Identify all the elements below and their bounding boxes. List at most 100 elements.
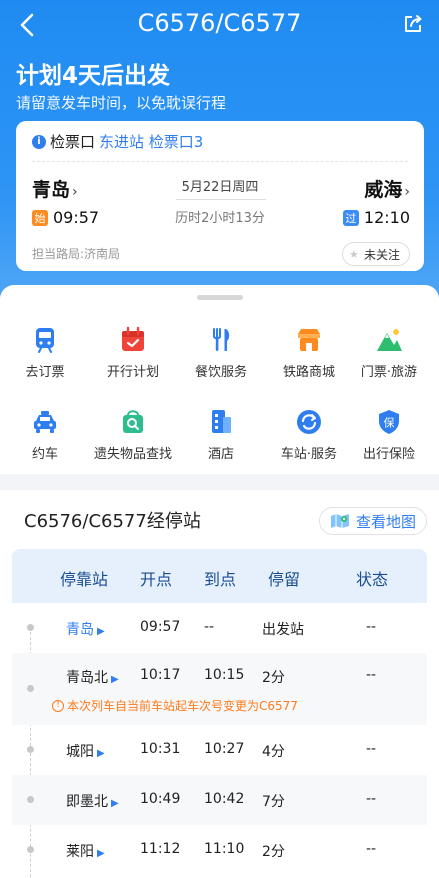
stop-station: 莱阳 ▶ — [66, 844, 105, 860]
station-service-icon — [297, 410, 321, 434]
stop-status: -- — [366, 667, 377, 683]
stop-status: -- — [366, 791, 377, 807]
stop-arrival: 10:27 — [204, 741, 245, 757]
section-divider — [0, 474, 439, 490]
passing-badge: 过 — [342, 209, 359, 226]
timeline-dot — [27, 746, 34, 753]
table-row[interactable]: 即墨北 ▶ 10:49 10:42 7分 -- — [12, 775, 427, 825]
service-label: 车站·服务 — [280, 447, 338, 462]
timeline-dot — [27, 846, 34, 853]
service-mall[interactable]: 铁路商城 — [265, 325, 353, 380]
divider — [32, 161, 408, 162]
triangle-right-icon: ▶ — [97, 748, 105, 759]
service-lost-found[interactable]: 遗失物品查找 — [89, 407, 177, 462]
service-schedule[interactable]: 开行计划 — [89, 325, 177, 380]
departure-countdown: 计划4天后出发 — [16, 63, 171, 89]
service-label: 酒店 — [207, 447, 234, 462]
arrival-time: 12:10 — [363, 208, 410, 227]
stop-departure: 10:31 — [140, 741, 181, 757]
stop-arrival: -- — [204, 619, 215, 635]
railway-bureau: 担当路局:济南局 — [32, 247, 121, 261]
header-banner: C6576/C6577 计划4天后出发 请留意发车时间，以免耽误行程 i 检票口… — [0, 0, 439, 330]
header-departure: 开点 — [140, 570, 173, 589]
fork-knife-icon — [213, 328, 230, 351]
info-icon: i — [32, 134, 46, 149]
follow-button[interactable]: ★ 未关注 — [341, 242, 410, 266]
ticket-gate-value: 东进站 检票口3 — [99, 133, 204, 151]
header-stay: 停留 — [268, 570, 301, 589]
triangle-right-icon: ▶ — [97, 848, 105, 859]
origin-badge: 始 — [32, 209, 48, 226]
stop-stay: 2分 — [262, 844, 285, 860]
mountain-icon — [377, 329, 402, 351]
service-tickets-tourism[interactable]: 门票·旅游 — [345, 325, 433, 380]
stop-station: 青岛 ▶ — [66, 622, 105, 638]
departure-time: 09:57 — [53, 208, 100, 227]
service-label: 遗失物品查找 — [93, 447, 172, 462]
service-hotel[interactable]: 酒店 — [177, 407, 265, 462]
service-label: 出行保险 — [362, 447, 415, 462]
stop-departure: 11:12 — [140, 841, 181, 857]
stop-status: -- — [366, 741, 377, 757]
stop-arrival: 10:42 — [204, 791, 245, 807]
route-line — [176, 199, 266, 200]
shop-icon — [298, 329, 320, 351]
warning-icon: ! — [52, 699, 64, 712]
service-car-hailing[interactable]: 约车 — [1, 407, 89, 462]
table-row[interactable]: 青岛 ▶ 09:57 -- 出发站 -- — [12, 603, 427, 653]
service-label: 铁路商城 — [282, 365, 335, 380]
stop-status: -- — [366, 841, 377, 857]
travel-date: 5月22日周四 — [181, 180, 259, 195]
table-row[interactable]: 城阳 ▶ 10:31 10:27 4分 -- — [12, 725, 427, 775]
stop-stay: 2分 — [262, 670, 285, 686]
ticket-gate-row[interactable]: i 检票口 东进站 检票口3 — [32, 131, 203, 152]
calendar-icon — [122, 326, 144, 351]
train-number-change-notice: ! 本次列车自当前车站起车次号变更为C6577 — [52, 697, 298, 714]
service-insurance[interactable]: 保 出行保险 — [345, 407, 433, 462]
stop-departure: 10:49 — [140, 791, 181, 807]
service-label: 门票·旅游 — [360, 365, 418, 380]
table-row[interactable]: 青岛北 ▶ 10:17 10:15 2分 -- ! 本次列车自当前车站起车次号变更… — [12, 653, 427, 725]
service-label: 餐饮服务 — [194, 365, 247, 380]
departure-reminder: 请留意发车时间，以免耽误行程 — [16, 94, 227, 112]
service-station[interactable]: 车站·服务 — [265, 407, 353, 462]
stop-station: 青岛北 ▶ — [66, 670, 119, 686]
table-header: 停靠站 开点 到点 停留 状态 — [12, 549, 427, 603]
timeline-dot — [27, 624, 34, 631]
sheet-grabber[interactable] — [197, 295, 243, 300]
stops-table: 停靠站 开点 到点 停留 状态 青岛 ▶ 09:57 -- 出发站 -- 青岛北 ▶… — [12, 549, 427, 878]
trip-card: i 检票口 东进站 检票口3 青岛 › 威海 › 5月22日周四 历时2小时13分 … — [16, 121, 424, 271]
lost-bag-search-icon — [123, 410, 143, 433]
stop-station: 城阳 ▶ — [66, 744, 105, 760]
share-icon[interactable] — [401, 12, 425, 36]
timeline-dot — [27, 685, 34, 692]
stop-departure: 09:57 — [140, 619, 181, 635]
taxi-icon — [34, 411, 56, 433]
stops-title: C6576/C6577经停站 — [24, 511, 201, 532]
triangle-right-icon: ▶ — [111, 798, 119, 809]
stop-status: -- — [366, 619, 377, 635]
service-catering[interactable]: 餐饮服务 — [177, 325, 265, 380]
ticket-gate-label: 检票口 — [50, 133, 96, 151]
header-station: 停靠站 — [60, 570, 109, 589]
stop-stay: 7分 — [262, 794, 285, 810]
stop-stay: 出发站 — [262, 622, 304, 638]
star-icon: ★ — [348, 247, 359, 261]
service-book-ticket[interactable]: 去订票 — [1, 325, 89, 380]
view-map-label: 查看地图 — [355, 512, 416, 531]
header-status: 状态 — [356, 570, 389, 589]
insurance-shield-icon: 保 — [379, 410, 399, 434]
arrival-time-row: 过 12:10 — [342, 208, 410, 227]
stop-arrival: 11:10 — [204, 841, 245, 857]
service-label: 约车 — [31, 447, 58, 462]
train-ticket-icon — [36, 328, 54, 353]
table-row[interactable]: 莱阳 ▶ 11:12 11:10 2分 -- — [12, 825, 427, 875]
follow-label: 未关注 — [363, 247, 400, 262]
triangle-right-icon: ▶ — [111, 674, 119, 685]
stop-stay: 4分 — [262, 744, 285, 760]
map-icon — [330, 514, 349, 528]
timeline-dot — [27, 796, 34, 803]
service-label: 去订票 — [25, 365, 65, 380]
service-label: 开行计划 — [106, 365, 159, 380]
view-map-button[interactable]: 查看地图 — [318, 507, 427, 535]
